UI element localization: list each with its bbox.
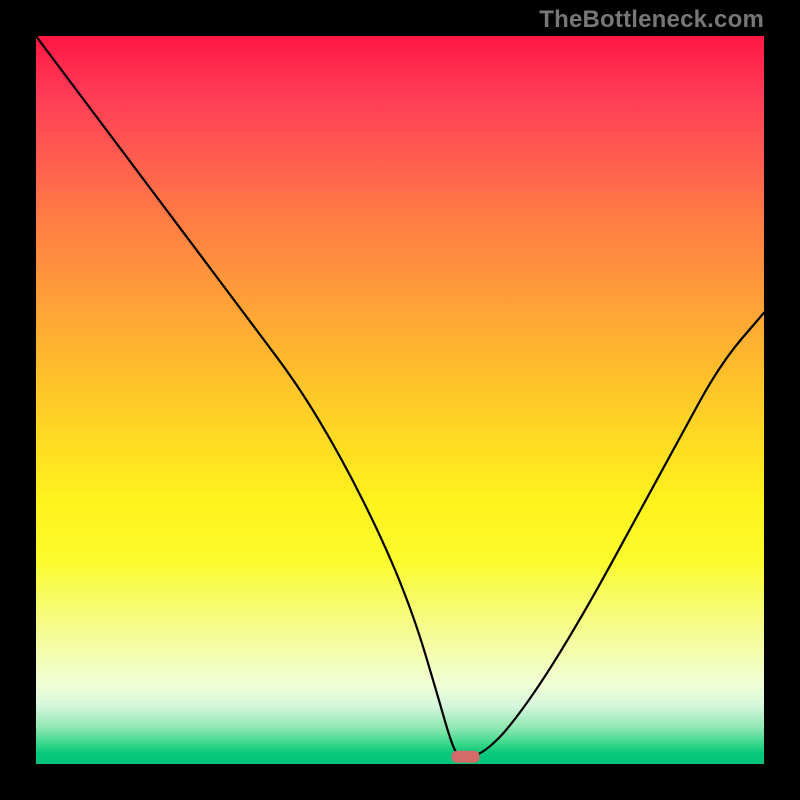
curve-layer <box>36 36 764 764</box>
optimal-marker <box>452 751 480 763</box>
chart-frame: TheBottleneck.com <box>0 0 800 800</box>
bottleneck-curve <box>36 36 764 757</box>
watermark-text: TheBottleneck.com <box>539 6 764 34</box>
plot-area <box>36 36 764 764</box>
